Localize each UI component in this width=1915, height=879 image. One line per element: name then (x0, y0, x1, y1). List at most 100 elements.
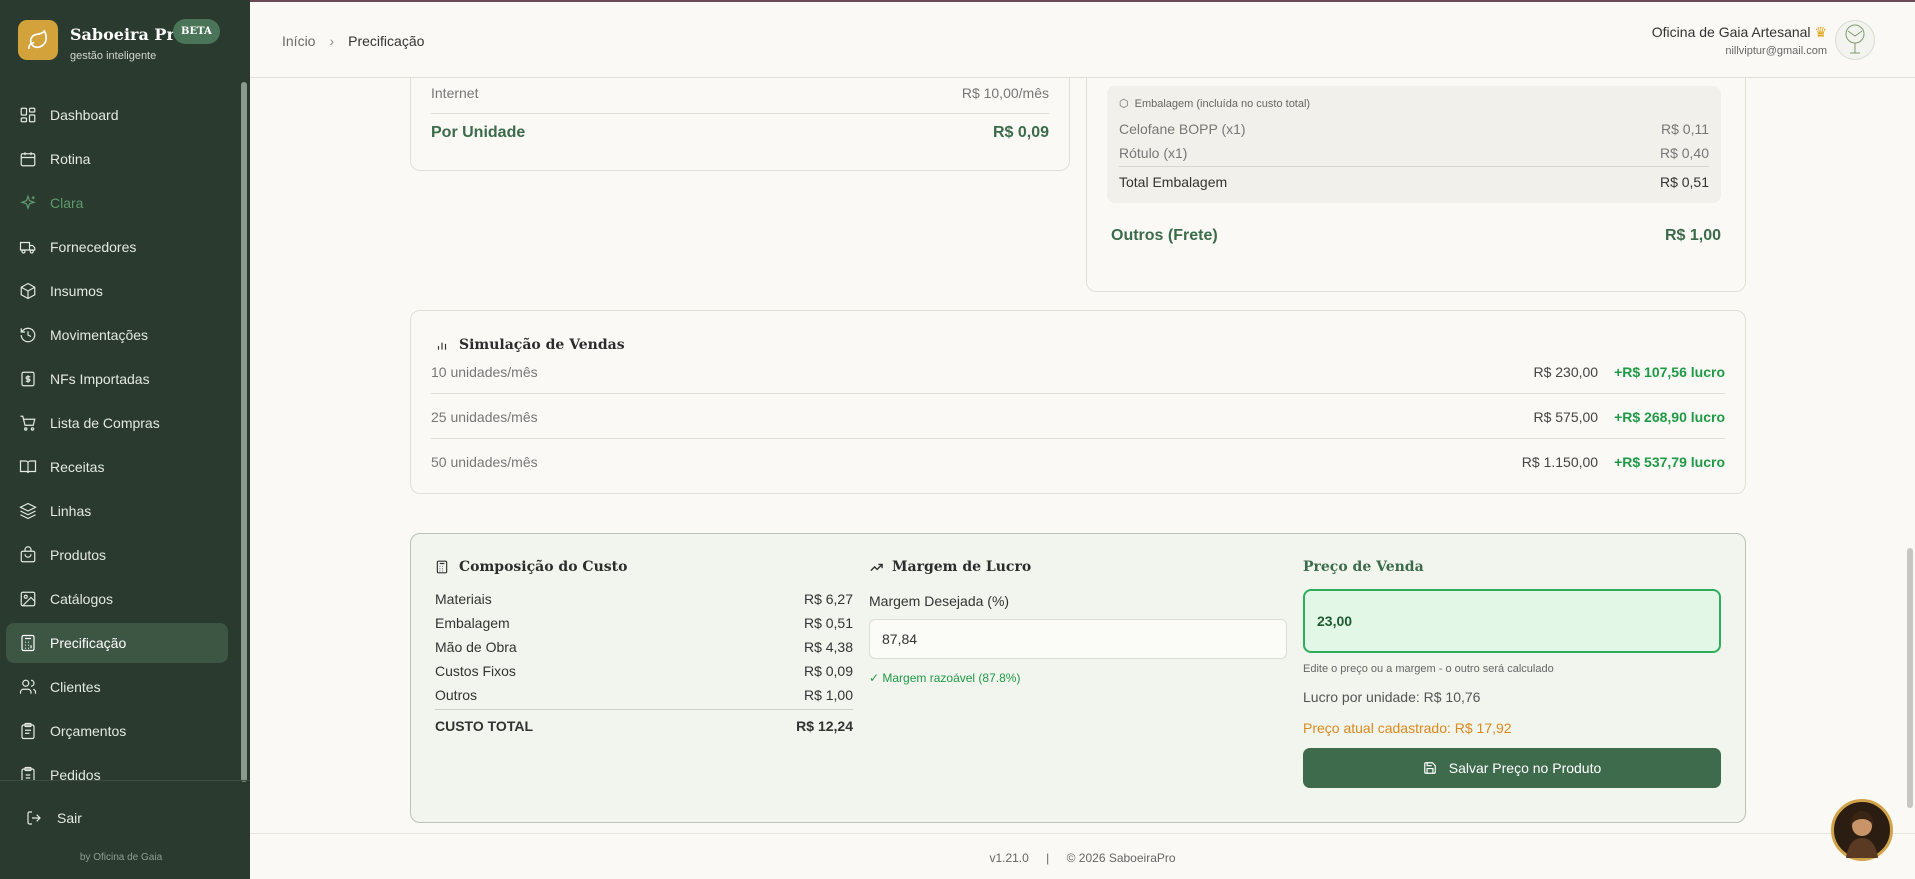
composition-label: Mão de Obra (435, 639, 517, 655)
sidebar-item-label: Produtos (50, 547, 107, 563)
brand-logo[interactable] (18, 20, 58, 60)
composition-label: Embalagem (435, 615, 510, 631)
assistant-avatar[interactable] (1831, 799, 1893, 861)
sidebar-item-label: Dashboard (50, 107, 119, 123)
sidebar-item-receitas[interactable]: Receitas (6, 447, 228, 487)
sidebar-item-label: Precificação (50, 635, 127, 651)
user-logo[interactable] (1835, 20, 1875, 60)
package-icon: ⬡ (1119, 98, 1129, 110)
packaging-total-label: Total Embalagem (1119, 174, 1228, 190)
sidebar-item-fornecedores[interactable]: Fornecedores (6, 227, 228, 267)
calculator-icon (21, 634, 35, 652)
profit-margin: Margem de Lucro Margem Desejada (%) 87,8… (869, 559, 1287, 685)
assistant-portrait-icon (1846, 811, 1878, 858)
sidebar-item-label: Linhas (50, 503, 92, 519)
sidebar-item-linhas[interactable]: Linhas (6, 491, 228, 531)
current-price: Preço atual cadastrado: R$ 17,92 (1303, 720, 1512, 736)
sidebar-item-insumos[interactable]: Insumos (6, 271, 228, 311)
crown-icon: ♛ (1814, 24, 1827, 40)
packaging-item-value: R$ 0,11 (1661, 121, 1709, 137)
sidebar-item-dashboard[interactable]: Dashboard (6, 95, 228, 135)
composition-label: Custos Fixos (435, 663, 516, 679)
composition-row: Mão de Obra R$ 4,38 (435, 635, 853, 659)
profit-per-unit: Lucro por unidade: R$ 10,76 (1303, 689, 1481, 705)
price-title: Preço de Venda (1303, 559, 1424, 575)
clipboard-list-icon (21, 766, 35, 780)
cost-composition: Composição do Custo Materiais R$ 6,27 Emb… (435, 559, 853, 737)
calendar-icon (20, 152, 36, 167)
price-input[interactable]: 23,00 (1303, 589, 1721, 653)
sidebar-item-clientes[interactable]: Clientes (6, 667, 228, 707)
cart-icon (20, 415, 36, 431)
sidebar-item-rotina[interactable]: Rotina (6, 139, 228, 179)
user-email: nillviptur@gmail.com (1725, 45, 1827, 57)
book-icon (19, 460, 37, 474)
bag-icon (20, 546, 36, 563)
composition-value: R$ 0,09 (803, 663, 853, 679)
breadcrumb-home[interactable]: Início (282, 33, 315, 49)
sidebar-item-label: Insumos (50, 283, 103, 299)
per-unit-value: R$ 0,09 (992, 124, 1049, 141)
simulation-row: 10 unidades/mês R$ 230,00 +R$ 107,56 lucr… (431, 350, 1725, 394)
top-bar: Início › Precificação Oficina de Gaia Ar… (250, 0, 1915, 78)
fixed-costs-card: Internet R$ 10,00/mês Por Unidade R$ 0,0… (410, 78, 1070, 171)
composition-label: Materiais (435, 591, 492, 607)
sidebar-item-label: Fornecedores (50, 239, 137, 255)
page-scrollbar[interactable] (1907, 548, 1913, 808)
simulation-row: 50 unidades/mês R$ 1.150,00 +R$ 537,79 lu… (431, 440, 1725, 484)
sidebar-item-movimentacoes[interactable]: Movimentações (6, 315, 228, 355)
margin-title: Margem de Lucro (892, 559, 1032, 575)
logout-button[interactable]: Sair (26, 810, 82, 826)
composition-row: Custos Fixos R$ 0,09 (435, 659, 853, 683)
breadcrumb-current: Precificação (348, 33, 425, 49)
clipboard-icon (21, 722, 35, 740)
breadcrumb: Início › Precificação (282, 33, 424, 49)
history-icon (20, 327, 36, 343)
simulation-revenue: R$ 230,00 (1533, 363, 1599, 380)
page-footer: v1.21.0 | © 2026 SaboeiraPro (250, 833, 1915, 879)
main-content: Internet R$ 10,00/mês Por Unidade R$ 0,0… (250, 78, 1915, 833)
other-costs-value: R$ 1,00 (1664, 227, 1721, 244)
composition-row: Embalagem R$ 0,51 (435, 611, 853, 635)
pricing-panel: Composição do Custo Materiais R$ 6,27 Emb… (410, 533, 1746, 823)
sale-price: Preço de Venda 23,00 Edite o preço ou a … (1303, 559, 1721, 788)
sidebar-item-label: Orçamentos (50, 723, 127, 739)
layers-icon (19, 502, 37, 520)
tree-icon (1845, 24, 1865, 54)
sidebar-item-precificacao[interactable]: Precificação (6, 623, 228, 663)
sales-simulation-card: Simulação de Vendas 10 unidades/mês R$ 2… (410, 310, 1746, 494)
composition-label: Outros (435, 687, 478, 703)
box-icon (20, 282, 36, 300)
copyright: © 2026 SaboeiraPro (1066, 851, 1176, 865)
packaging-item-label: Rótulo (x1) (1119, 145, 1188, 161)
sidebar-footer-divider (0, 780, 250, 781)
sidebar-item-produtos[interactable]: Produtos (6, 535, 228, 575)
sidebar-item-orcamentos[interactable]: Orçamentos (6, 711, 228, 751)
composition-row: Outros R$ 1,00 (435, 683, 853, 707)
user-info[interactable]: Oficina de Gaia Artesanal ♛ nillviptur@g… (1652, 24, 1827, 57)
sidebar-scrollbar[interactable] (241, 82, 247, 782)
sidebar-item-lista-compras[interactable]: Lista de Compras (6, 403, 228, 443)
internet-value: R$ 10,00/mês (961, 85, 1049, 101)
simulation-quantity: 25 unidades/mês (431, 408, 538, 425)
per-unit-label: Por Unidade (431, 124, 526, 141)
price-hint: Edite o preço ou a margem - o outro será… (1303, 663, 1554, 675)
packaging-item-value: R$ 0,40 (1659, 145, 1709, 161)
sidebar-item-clara[interactable]: Clara (6, 183, 228, 223)
sidebar-item-nfs[interactable]: NFs Importadas (6, 359, 228, 399)
beta-badge: BETA (173, 19, 220, 44)
brand-name: Saboeira Pro (70, 25, 186, 44)
composition-value: R$ 4,38 (803, 639, 853, 655)
packaging-card: ⬡ Embalagem (incluída no custo total) Ce… (1086, 78, 1746, 292)
save-price-button[interactable]: Salvar Preço no Produto (1303, 748, 1721, 788)
image-icon (20, 591, 36, 607)
simulation-quantity: 50 unidades/mês (431, 454, 538, 470)
trending-up-icon (870, 563, 883, 571)
sidebar-item-pedidos[interactable]: Pedidos (6, 755, 228, 780)
truck-icon (19, 241, 36, 254)
sidebar-item-catalogos[interactable]: Catálogos (6, 579, 228, 619)
sparkles-icon (20, 194, 36, 211)
sidebar-item-label: Clientes (50, 679, 101, 695)
brand-tagline: gestão inteligente (70, 50, 157, 62)
margin-input[interactable]: 87,84 (869, 619, 1287, 659)
